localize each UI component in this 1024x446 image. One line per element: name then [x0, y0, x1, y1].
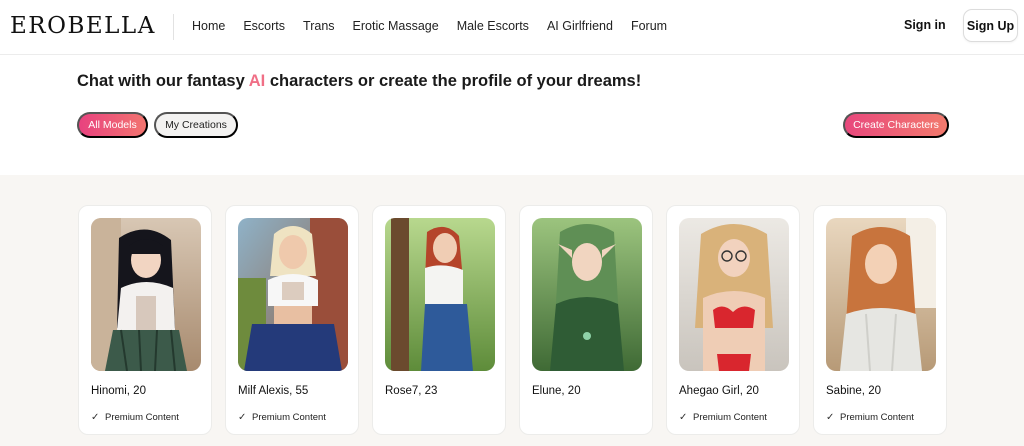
nav-trans[interactable]: Trans [294, 19, 344, 33]
nav-escorts[interactable]: Escorts [234, 19, 294, 33]
character-name: Hinomi, 20 [91, 385, 146, 397]
character-photo [91, 218, 201, 371]
main-nav: Home Escorts Trans Erotic Massage Male E… [183, 0, 676, 52]
character-card[interactable]: Hinomi, 20 ✓ Premium Content [78, 205, 212, 435]
character-photo [826, 218, 936, 371]
character-name: Ahegao Girl, 20 [679, 385, 759, 397]
character-card[interactable]: Rose7, 23 [372, 205, 506, 435]
top-header: EROBELLA Home Escorts Trans Erotic Massa… [0, 0, 1024, 55]
premium-badge: ✓ Premium Content [679, 412, 767, 423]
nav-erotic-massage[interactable]: Erotic Massage [344, 19, 448, 33]
check-icon: ✓ [826, 412, 835, 423]
character-name: Elune, 20 [532, 385, 581, 397]
character-card[interactable]: Ahegao Girl, 20 ✓ Premium Content [666, 205, 800, 435]
badge-label: Premium Content [840, 412, 914, 423]
character-photo [532, 218, 642, 371]
check-icon: ✓ [679, 412, 688, 423]
sign-in-link[interactable]: Sign in [904, 18, 946, 32]
nav-forum[interactable]: Forum [622, 19, 676, 33]
page-headline: Chat with our fantasy AI characters or c… [77, 72, 641, 91]
headline-text-start: Chat with our fantasy [77, 72, 249, 90]
badge-label: Premium Content [105, 412, 179, 423]
create-characters-button[interactable]: Create Characters [843, 112, 949, 138]
check-icon: ✓ [238, 412, 247, 423]
character-photo [238, 218, 348, 371]
my-creations-button[interactable]: My Creations [154, 112, 238, 138]
badge-label: Premium Content [252, 412, 326, 423]
all-models-button[interactable]: All Models [77, 112, 148, 138]
headline-accent: AI [248, 72, 266, 90]
character-photo [385, 218, 495, 371]
character-card[interactable]: Elune, 20 [519, 205, 653, 435]
premium-badge: ✓ Premium Content [91, 412, 179, 423]
character-name: Milf Alexis, 55 [238, 385, 309, 397]
character-photo [679, 218, 789, 371]
check-icon: ✓ [91, 412, 100, 423]
character-name: Rose7, 23 [385, 385, 438, 397]
nav-home[interactable]: Home [183, 19, 234, 33]
headline-text-end: characters or create the profile of your… [265, 72, 642, 90]
nav-ai-girlfriend[interactable]: AI Girlfriend [538, 19, 622, 33]
character-card[interactable]: Milf Alexis, 55 ✓ Premium Content [225, 205, 359, 435]
sign-up-button[interactable]: Sign Up [963, 9, 1018, 42]
badge-label: Premium Content [693, 412, 767, 423]
premium-badge: ✓ Premium Content [826, 412, 914, 423]
nav-male-escorts[interactable]: Male Escorts [448, 19, 538, 33]
logo-divider [173, 14, 174, 40]
character-name: Sabine, 20 [826, 385, 881, 397]
premium-badge: ✓ Premium Content [238, 412, 326, 423]
site-logo[interactable]: EROBELLA [10, 13, 156, 39]
character-card[interactable]: Sabine, 20 ✓ Premium Content [813, 205, 947, 435]
